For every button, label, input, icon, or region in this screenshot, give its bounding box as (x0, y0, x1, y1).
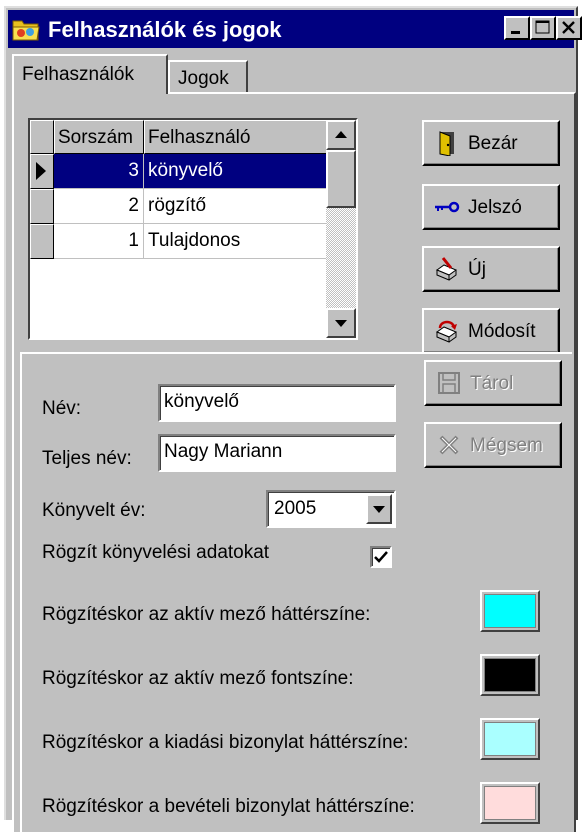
tab-rights-label: Jogok (178, 68, 229, 89)
color-swatch-active-bg[interactable] (480, 590, 540, 632)
minimize-icon (511, 31, 520, 34)
name-input-value: könyvelő (164, 391, 239, 412)
app-folder-icon (12, 20, 40, 41)
color-label-active-font: Rögzítéskor az aktív mező fontszíne: (42, 668, 354, 689)
row-indicator[interactable] (30, 224, 54, 259)
floppy-disk-icon (438, 372, 460, 394)
color-swatch-active-font[interactable] (480, 654, 540, 696)
color-swatch-fill (484, 786, 536, 820)
column-header-user[interactable]: Felhasználó (144, 120, 334, 154)
accounting-year-select[interactable]: 2005 (266, 490, 396, 528)
scroll-up-button[interactable] (326, 120, 356, 150)
table-row-3-user[interactable]: Tulajdonos (144, 224, 334, 259)
users-tab-page: Sorszám Felhasználó 3 könyvelő 2 rögzítő… (12, 92, 576, 832)
maximize-button[interactable] (530, 16, 556, 40)
users-and-rights-window: Felhasználók és jogok Felhasználók Jogok… (4, 6, 582, 832)
modify-button[interactable]: Módosít (422, 308, 560, 354)
table-row-2-number[interactable]: 2 (54, 189, 144, 224)
color-swatch-fill (484, 658, 536, 692)
table-row-2-user[interactable]: rögzítő (144, 189, 334, 224)
row-indicator[interactable] (30, 189, 54, 224)
close-button[interactable]: Bezár (422, 120, 560, 166)
row-pointer-icon (36, 162, 46, 180)
title-bar[interactable]: Felhasználók és jogok (8, 10, 582, 48)
table-row-1-number[interactable]: 3 (54, 154, 144, 189)
save-button[interactable]: Tárol (424, 360, 562, 406)
cell-text: 3 (128, 160, 139, 181)
full-name-input-value: Nagy Mariann (164, 441, 283, 462)
scroll-down-button[interactable] (326, 308, 356, 338)
scrollbar-thumb[interactable] (326, 150, 356, 208)
checkmark-icon (374, 551, 388, 563)
close-icon (562, 21, 575, 34)
full-name-input[interactable]: Nagy Mariann (158, 434, 396, 472)
color-swatch-expense-bg[interactable] (480, 718, 540, 760)
tab-users[interactable]: Felhasználók (12, 54, 168, 94)
modify-button-label: Módosít (468, 321, 536, 342)
grid-vertical-scrollbar[interactable] (326, 120, 356, 338)
color-label-expense-bg: Rögzítéskor a kiadási bizonylat háttérsz… (42, 732, 409, 753)
column-header-user-label: Felhasználó (148, 127, 251, 148)
cell-text: könyvelő (148, 160, 223, 181)
record-accounting-checkbox[interactable] (370, 546, 392, 568)
save-button-label: Tárol (470, 373, 514, 394)
cancel-button[interactable]: Mégsem (424, 422, 562, 468)
new-button[interactable]: Új (422, 246, 560, 292)
name-input[interactable]: könyvelő (158, 384, 396, 422)
cell-text: 2 (128, 195, 139, 216)
tab-rights[interactable]: Jogok (168, 60, 248, 94)
accounting-year-value: 2005 (274, 498, 317, 519)
tab-users-label: Felhasználók (22, 64, 134, 85)
window-title: Felhasználók és jogok (48, 17, 282, 42)
table-row-3-number[interactable]: 1 (54, 224, 144, 259)
color-label-income-bg: Rögzítéskor a bevételi bizonylat háttérs… (42, 796, 415, 817)
color-swatch-fill (484, 594, 536, 628)
close-button-label: Bezár (468, 133, 518, 154)
minimize-button[interactable] (504, 16, 530, 40)
password-button[interactable]: Jelszó (422, 184, 560, 230)
column-header-number-label: Sorszám (58, 127, 133, 148)
new-document-icon (435, 257, 458, 281)
table-row-1-user[interactable]: könyvelő (144, 154, 334, 189)
new-button-label: Új (468, 259, 486, 280)
cancel-x-icon (439, 435, 459, 455)
user-details-panel: Tárol Mégsem Név: könyvelő Teljes név: N… (20, 352, 572, 832)
chevron-down-icon (373, 506, 385, 513)
color-swatch-fill (484, 722, 536, 756)
grid-corner-cell (30, 120, 54, 154)
edit-document-icon (435, 320, 458, 343)
door-icon (439, 131, 454, 156)
cell-text: 1 (128, 230, 139, 251)
year-dropdown-button[interactable] (366, 494, 392, 524)
color-swatch-income-bg[interactable] (480, 782, 540, 824)
row-indicator-selected[interactable] (30, 154, 54, 189)
users-grid[interactable]: Sorszám Felhasználó 3 könyvelő 2 rögzítő… (28, 118, 358, 340)
record-accounting-label: Rögzít könyvelési adatokat (42, 542, 270, 563)
column-header-number[interactable]: Sorszám (54, 120, 144, 154)
arrow-up-icon (335, 131, 347, 138)
full-name-label: Teljes név: (42, 448, 132, 469)
accounting-year-label: Könyvelt év: (42, 500, 146, 521)
cell-text: rögzítő (148, 195, 207, 216)
color-label-active-bg: Rögzítéskor az aktív mező háttérszíne: (42, 604, 371, 625)
name-label: Név: (42, 398, 82, 419)
password-button-label: Jelszó (468, 197, 522, 218)
key-icon (435, 201, 460, 213)
arrow-down-icon (335, 320, 347, 327)
cancel-button-label: Mégsem (470, 435, 543, 456)
maximize-icon (535, 20, 550, 34)
close-window-button[interactable] (556, 16, 582, 40)
cell-text: Tulajdonos (148, 230, 241, 251)
